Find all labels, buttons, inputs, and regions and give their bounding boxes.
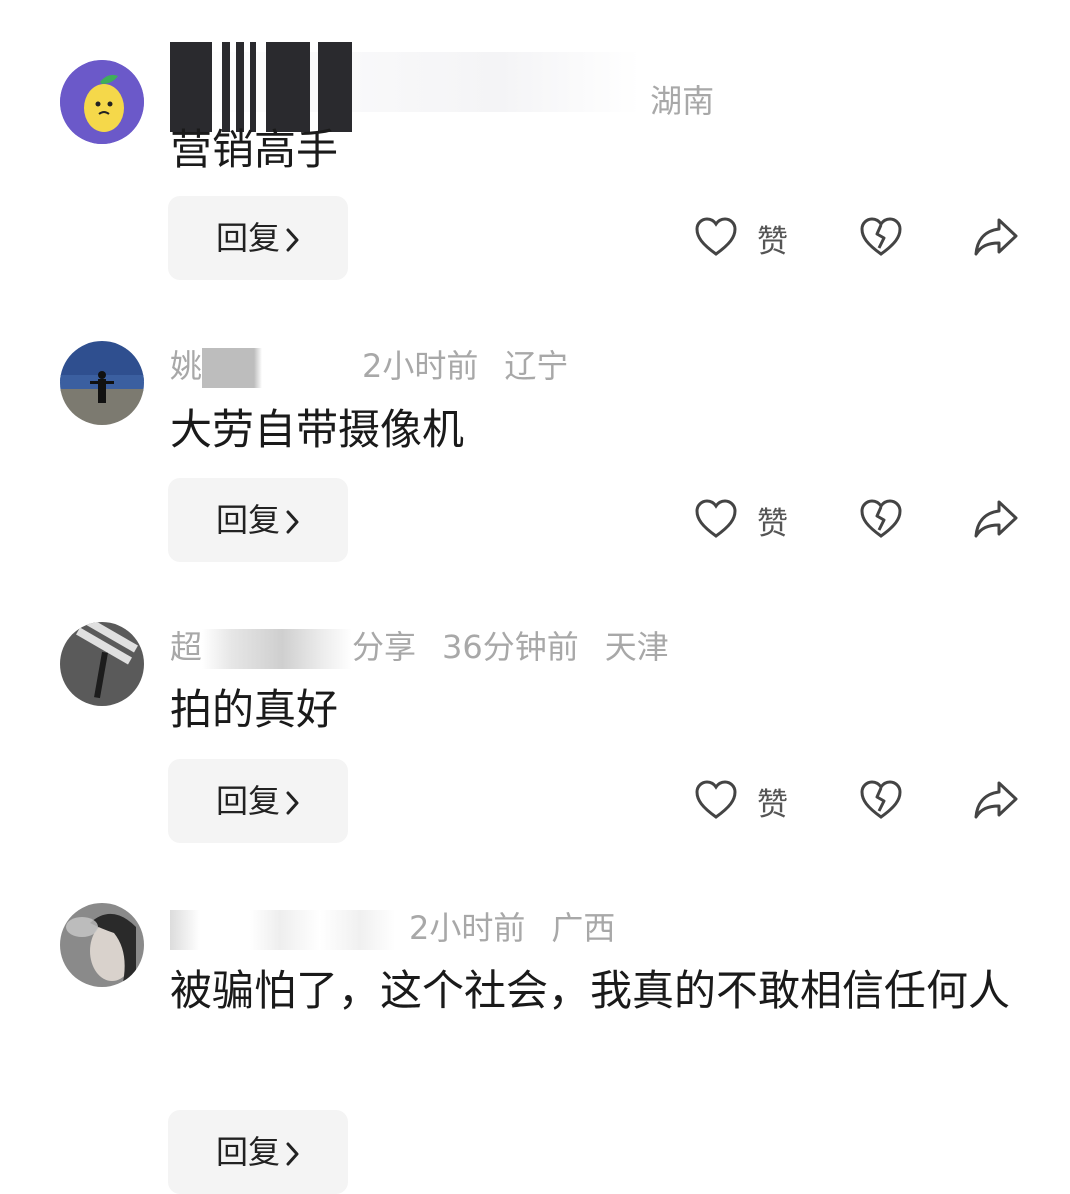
broken-heart-icon [860, 780, 902, 819]
comment-location: 广西 [551, 909, 616, 947]
comment-location: 天津 [604, 628, 669, 666]
comment-time: 36分钟前 [442, 628, 579, 666]
like-label: 赞 [757, 506, 788, 542]
comment-text: 拍的真好 [170, 685, 339, 734]
like-label: 赞 [757, 787, 788, 823]
avatar[interactable] [60, 341, 144, 425]
comment-meta: 超 分享 36分钟前 天津 [170, 625, 669, 669]
share-button[interactable] [973, 216, 1019, 262]
share-arrow-icon [974, 218, 1018, 256]
chevron-right-icon [286, 510, 300, 534]
redacted-name [170, 910, 395, 950]
reply-label: 回复 [215, 219, 280, 257]
dislike-button[interactable] [859, 216, 903, 262]
share-arrow-icon [974, 781, 1018, 819]
dislike-button[interactable] [859, 779, 903, 825]
chevron-right-icon [286, 1142, 300, 1166]
comment-location: 辽宁 [504, 347, 569, 385]
reply-button[interactable]: 回复 [168, 478, 348, 562]
heart-outline-icon [695, 217, 737, 256]
comment-meta: 2小时前 广西 [170, 906, 615, 950]
heart-outline-icon [695, 780, 737, 819]
avatar[interactable] [60, 903, 144, 987]
commenter-name-tail: 分享 [352, 628, 417, 666]
like-label: 赞 [757, 224, 788, 260]
commenter-name: 超 [170, 628, 203, 666]
like-button[interactable] [694, 498, 738, 544]
chevron-right-icon [286, 791, 300, 815]
reply-label: 回复 [215, 501, 280, 539]
avatar[interactable] [60, 60, 144, 144]
comment-text: 大劳自带摄像机 [170, 405, 465, 454]
like-button[interactable] [694, 779, 738, 825]
comment-time: 2小时前 [362, 347, 479, 385]
broken-heart-icon [860, 499, 902, 538]
comment-time: 2小时前 [409, 909, 526, 947]
reply-button[interactable]: 回复 [168, 1110, 348, 1194]
redacted-name [202, 629, 353, 669]
reply-label: 回复 [215, 782, 280, 820]
comment-text: 营销高手 [170, 125, 339, 174]
redacted-name [202, 348, 353, 388]
commenter-name: 姚 [170, 347, 203, 385]
comment-meta: 姚 2小时前 辽宁 [170, 344, 568, 388]
share-button[interactable] [973, 779, 1019, 825]
heart-outline-icon [695, 499, 737, 538]
share-arrow-icon [974, 500, 1018, 538]
dislike-button[interactable] [859, 498, 903, 544]
broken-heart-icon [860, 217, 902, 256]
reply-button[interactable]: 回复 [168, 759, 348, 843]
reply-button[interactable]: 回复 [168, 196, 348, 280]
like-button[interactable] [694, 216, 738, 262]
chevron-right-icon [286, 228, 300, 252]
reply-label: 回复 [215, 1133, 280, 1171]
comment-meta: 湖南 [170, 42, 714, 132]
share-button[interactable] [973, 498, 1019, 544]
comment-text: 被骗怕了，这个社会，我真的不敢相信任何人 [170, 966, 1011, 1015]
avatar[interactable] [60, 622, 144, 706]
